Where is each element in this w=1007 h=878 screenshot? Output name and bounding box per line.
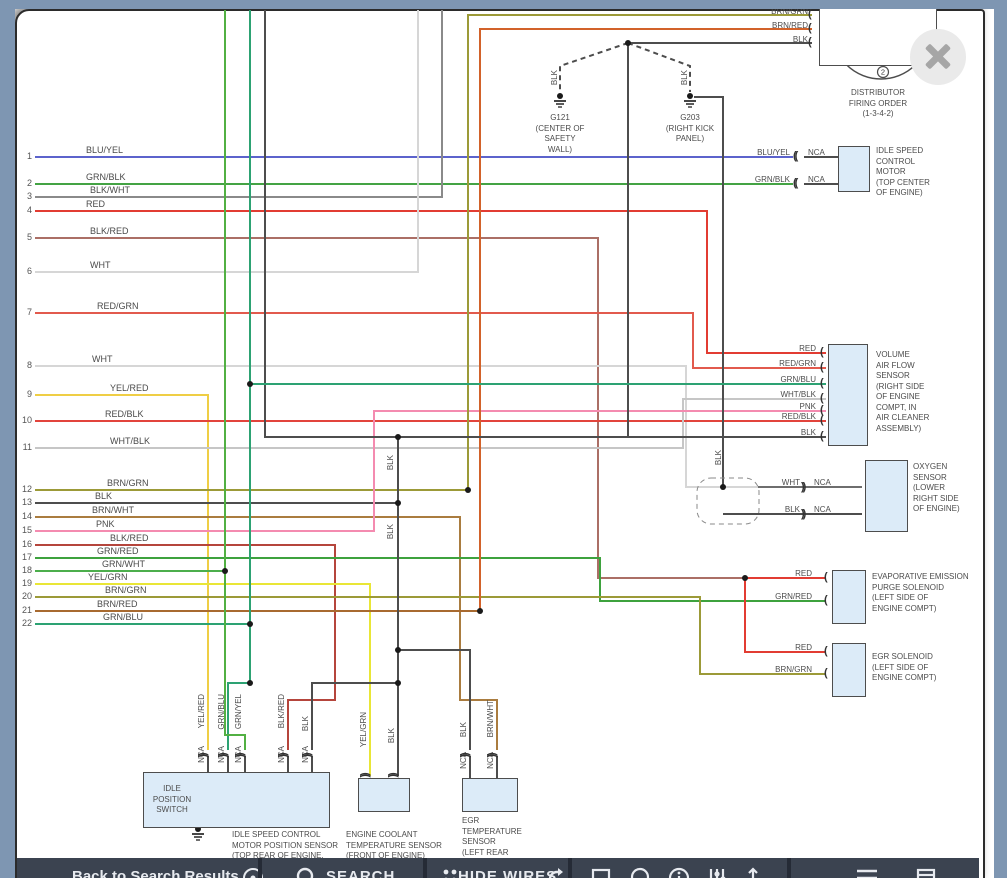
wire-blk-wht xyxy=(35,10,443,198)
toolbar-divider xyxy=(787,858,791,878)
back-to-results-button[interactable]: Back to Search Results xyxy=(72,868,239,878)
wiring-canvas: 1 42M xyxy=(35,0,931,841)
solenoid-icon xyxy=(836,576,860,621)
grn-yel-vert xyxy=(224,10,246,750)
ground-icon xyxy=(192,826,204,841)
junction-dot xyxy=(395,647,401,653)
junction-dot xyxy=(247,621,253,627)
wire-brn-grn xyxy=(35,596,826,675)
junction-dot xyxy=(465,487,471,493)
wire-yel-grn xyxy=(35,583,371,776)
wire-brn-wht xyxy=(35,516,498,750)
junction-dot xyxy=(395,680,401,686)
junction-dot xyxy=(395,500,401,506)
junction-dot xyxy=(720,484,726,490)
junction-dot xyxy=(222,568,228,574)
brn-red-top xyxy=(479,28,812,611)
toolbar-divider xyxy=(258,858,262,878)
toolbar-divider xyxy=(568,858,572,878)
svg-text:2: 2 xyxy=(881,68,885,77)
svg-text:1: 1 xyxy=(838,26,842,35)
pot-bottom xyxy=(254,772,313,817)
g203-drop xyxy=(627,42,691,92)
g121-drop xyxy=(559,42,629,92)
junction-dot xyxy=(742,575,748,581)
wire-wht xyxy=(35,10,419,273)
wire-pnk xyxy=(35,410,826,532)
junction-dot xyxy=(249,779,255,785)
o2-icon xyxy=(872,478,901,509)
junction-dot xyxy=(195,805,201,811)
brn-grn-top xyxy=(467,14,812,490)
ground-icon xyxy=(554,93,566,108)
bottom-toolbar: Back to Search Results SEARCH HIDE WIRES xyxy=(17,858,979,878)
g203-oxygen xyxy=(694,96,724,487)
switch-icon xyxy=(207,772,268,816)
pot-top-2 xyxy=(227,772,253,786)
solenoid-icon xyxy=(836,649,860,694)
undo-icon[interactable] xyxy=(545,867,569,878)
junction-dot xyxy=(625,40,631,46)
app-window: { "window": { "close_label": "close", "f… xyxy=(0,0,1007,878)
close-icon[interactable] xyxy=(910,29,966,85)
zoom-icon[interactable] xyxy=(630,867,652,878)
junction-dot xyxy=(247,381,253,387)
magnifier-icon[interactable] xyxy=(296,867,318,878)
pot-wiper xyxy=(266,772,289,799)
grn-blu-vert xyxy=(227,10,251,750)
motor-icon: M xyxy=(844,146,864,192)
menu-lines-icon[interactable] xyxy=(855,867,879,878)
share-icon[interactable] xyxy=(742,867,764,878)
junction-dot xyxy=(395,434,401,440)
therm-icon xyxy=(471,787,500,806)
wire-red xyxy=(35,210,826,354)
junction-dot xyxy=(477,608,483,614)
sliders-icon[interactable] xyxy=(706,867,728,878)
frame-icon[interactable] xyxy=(590,867,612,878)
toolbar-divider xyxy=(423,858,427,878)
search-button[interactable]: SEARCH xyxy=(326,868,395,878)
wire-grn-red xyxy=(35,557,826,602)
window-frame-right xyxy=(994,0,1007,878)
window-icon[interactable] xyxy=(915,867,937,878)
ground-icon xyxy=(684,93,696,108)
svg-text:M: M xyxy=(850,164,858,174)
junction-dot xyxy=(247,680,253,686)
hide-wires-button[interactable]: HIDE WIRES xyxy=(458,868,557,878)
blk-vaf xyxy=(264,10,826,438)
wire-wht-blk xyxy=(35,398,826,449)
window-frame-top xyxy=(0,0,1007,9)
info-icon[interactable] xyxy=(668,867,690,878)
therm-icon xyxy=(367,787,396,806)
egr-red xyxy=(744,578,826,653)
blk-idle xyxy=(311,682,398,750)
window-frame-left xyxy=(0,0,15,878)
wire-blk-red xyxy=(35,544,336,750)
shield-outline xyxy=(696,477,760,525)
wire-blk-red xyxy=(35,237,745,579)
